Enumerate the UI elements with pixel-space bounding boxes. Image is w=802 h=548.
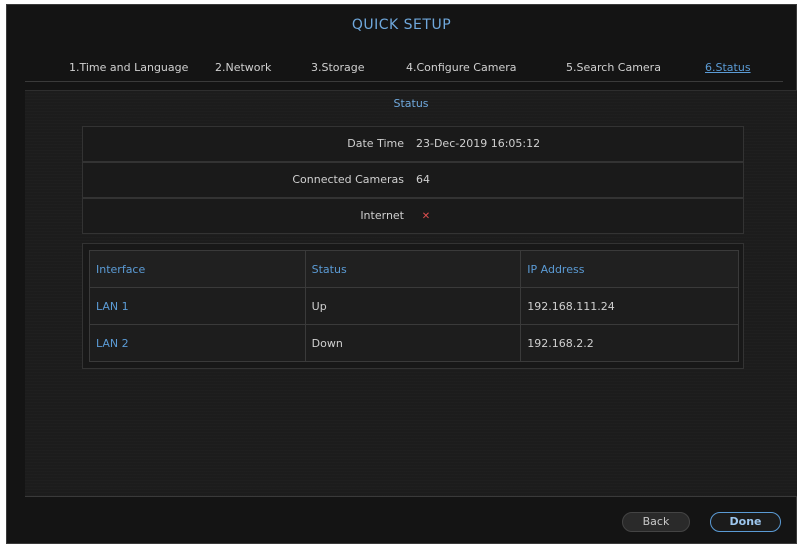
tab-status[interactable]: 6.Status bbox=[705, 61, 751, 74]
connected-cameras-value: 64 bbox=[416, 173, 430, 186]
date-time-label: Date Time bbox=[347, 137, 404, 150]
table-row: LAN 2 Down 192.168.2.2 bbox=[89, 324, 739, 362]
x-icon: ✕ bbox=[421, 211, 431, 222]
internet-row: Internet ✕ bbox=[82, 198, 744, 234]
tab-configure-camera[interactable]: 4.Configure Camera bbox=[406, 61, 516, 74]
panel-title: Status bbox=[393, 97, 429, 110]
table-row: LAN 1 Up 192.168.111.24 bbox=[89, 287, 739, 325]
interface-table: Interface Status IP Address LAN 1 Up 192… bbox=[89, 250, 739, 362]
setup-steps-tabs: 1.Time and Language 2.Network 3.Storage … bbox=[25, 57, 783, 82]
interface-cell: LAN 1 bbox=[89, 287, 306, 325]
header-interface: Interface bbox=[89, 250, 306, 288]
back-button[interactable]: Back bbox=[622, 512, 690, 532]
ip-cell: 192.168.2.2 bbox=[520, 324, 739, 362]
status-cell: Down bbox=[304, 324, 522, 362]
tab-network[interactable]: 2.Network bbox=[215, 61, 271, 74]
ip-cell: 192.168.111.24 bbox=[520, 287, 739, 325]
date-time-row: Date Time 23-Dec-2019 16:05:12 bbox=[82, 126, 744, 162]
header-status: Status bbox=[304, 250, 522, 288]
interface-cell: LAN 2 bbox=[89, 324, 306, 362]
tab-time-and-language[interactable]: 1.Time and Language bbox=[69, 61, 188, 74]
table-header-row: Interface Status IP Address bbox=[89, 250, 739, 288]
header-ip-address: IP Address bbox=[520, 250, 739, 288]
tab-search-camera[interactable]: 5.Search Camera bbox=[566, 61, 661, 74]
status-panel: Status Date Time 23-Dec-2019 16:05:12 Co… bbox=[25, 90, 797, 497]
interface-table-container: Interface Status IP Address LAN 1 Up 192… bbox=[82, 243, 744, 369]
tab-storage[interactable]: 3.Storage bbox=[311, 61, 365, 74]
connected-cameras-row: Connected Cameras 64 bbox=[82, 162, 744, 198]
window-title: QUICK SETUP bbox=[351, 17, 452, 33]
connected-cameras-label: Connected Cameras bbox=[292, 173, 404, 186]
quick-setup-window: QUICK SETUP 1.Time and Language 2.Networ… bbox=[6, 4, 797, 544]
done-button[interactable]: Done bbox=[710, 512, 781, 532]
internet-label: Internet bbox=[360, 209, 404, 222]
status-cell: Up bbox=[304, 287, 522, 325]
date-time-value: 23-Dec-2019 16:05:12 bbox=[416, 137, 541, 150]
